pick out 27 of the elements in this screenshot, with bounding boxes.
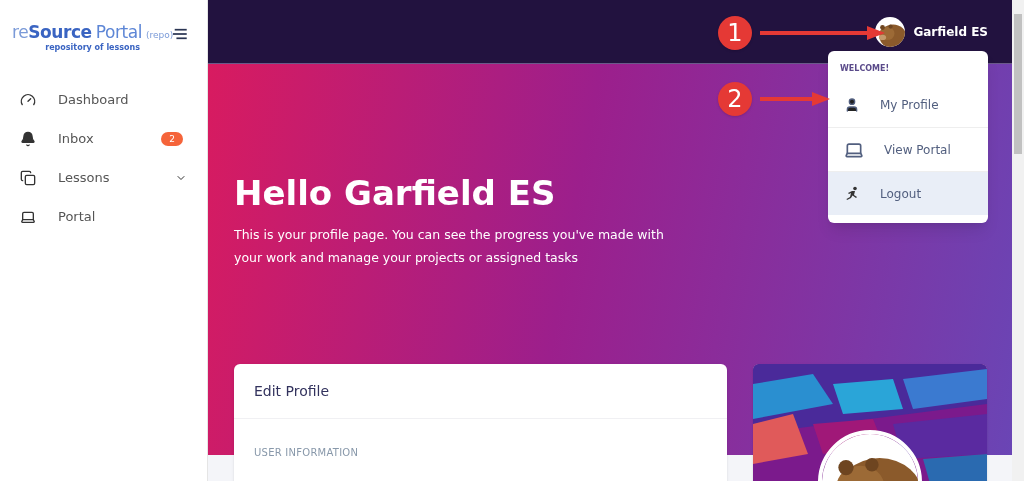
sidebar-item[interactable]: Portal — [0, 197, 207, 237]
sidebar-item[interactable]: Dashboard — [0, 80, 207, 120]
sidebar-item[interactable]: Inbox 2 — [0, 119, 207, 159]
logo-tagline: repository of lessons — [45, 41, 141, 54]
running-person-icon — [844, 185, 860, 202]
menu-heading: WELCOME! — [839, 63, 891, 75]
person-icon — [844, 97, 860, 113]
logo-prefix: re — [12, 21, 29, 44]
card-title: Edit Profile — [254, 381, 330, 401]
count-badge: 2 — [161, 132, 183, 146]
documents-icon — [20, 170, 36, 186]
gauge-icon — [20, 92, 36, 108]
menu-icon[interactable] — [173, 28, 187, 40]
sidebar-item[interactable]: Lessons — [0, 158, 207, 198]
menu-item[interactable]: View Portal — [828, 127, 988, 171]
logo-suffix: (repo) — [146, 29, 174, 42]
hero-title: Hello Garfield ES — [234, 172, 556, 215]
section-label: USER INFORMATION — [254, 447, 359, 458]
hero-text: This is your profile page. You can see the progress you've made with your work and manage your projects or assigned tasks — [234, 225, 665, 267]
laptop-icon — [20, 209, 36, 225]
arrow — [760, 91, 830, 107]
menu-item[interactable]: Logout — [828, 171, 988, 215]
logo-word: Portal — [95, 21, 142, 43]
user-menu-toggle[interactable]: Garfield ES — [875, 16, 988, 47]
logo-name: Source — [28, 21, 92, 43]
bell-icon — [20, 131, 36, 147]
menu-item[interactable]: My Profile — [828, 83, 988, 127]
